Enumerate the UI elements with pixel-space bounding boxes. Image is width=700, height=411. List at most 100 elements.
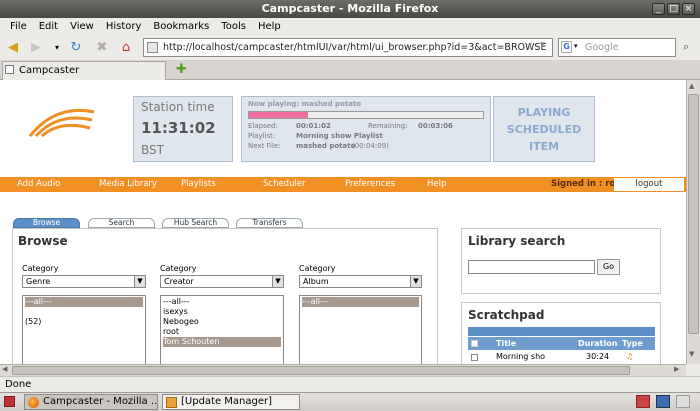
nav-help[interactable]: Help: [427, 177, 446, 192]
library-go-button[interactable]: Go: [597, 259, 620, 275]
site-identity-icon[interactable]: [147, 42, 158, 53]
playback-progress-fill: [249, 112, 308, 118]
category-select-2[interactable]: Creator ▼: [160, 275, 284, 288]
back-icon[interactable]: ◀: [3, 39, 23, 57]
column-type[interactable]: Type: [622, 337, 643, 350]
search-engine-icon[interactable]: G: [561, 41, 572, 53]
forward-icon[interactable]: ▶: [26, 39, 46, 57]
vertical-scroll-thumb[interactable]: [688, 94, 699, 334]
list-item[interactable]: ---all---: [25, 297, 143, 307]
menu-file[interactable]: File: [4, 18, 33, 36]
subtab-transfers[interactable]: Transfers: [236, 218, 303, 228]
vertical-scrollbar[interactable]: ▲ ▼: [686, 80, 700, 364]
horizontal-scroll-thumb[interactable]: [12, 366, 630, 375]
menu-help[interactable]: Help: [252, 18, 287, 36]
menu-bookmarks[interactable]: Bookmarks: [147, 18, 215, 36]
station-timezone: BST: [141, 143, 164, 157]
elapsed-label: Elapsed:: [248, 122, 278, 130]
chevron-down-icon: ▼: [410, 276, 421, 287]
column-title[interactable]: Title: [496, 337, 516, 350]
menu-tools[interactable]: Tools: [215, 18, 252, 36]
search-engine-dropdown-icon[interactable]: ▾: [574, 42, 578, 50]
new-tab-icon[interactable]: ✚: [176, 62, 187, 77]
list-item[interactable]: (52): [25, 317, 143, 327]
menu-edit[interactable]: Edit: [33, 18, 64, 36]
url-bar[interactable]: http://localhost/campcaster/htmlUI/var/h…: [143, 38, 553, 57]
row-duration: 30:24: [586, 352, 610, 361]
campcaster-logo: [28, 108, 95, 138]
taskbar-update-label: [Update Manager]: [181, 396, 273, 407]
search-go-icon[interactable]: ⌕: [683, 40, 689, 54]
select-all-checkbox[interactable]: [471, 340, 478, 347]
scratchpad-title: Scratchpad: [468, 308, 545, 322]
category-list-1[interactable]: ---all--- (52): [22, 295, 146, 364]
url-dropdown-icon[interactable]: ▾: [540, 40, 545, 50]
list-item[interactable]: isexys: [163, 307, 281, 317]
maximize-button[interactable]: □: [667, 3, 680, 15]
tab-label: Campcaster: [19, 65, 80, 76]
nav-scheduler[interactable]: Scheduler: [263, 177, 306, 192]
category-select-1[interactable]: Genre ▼: [22, 275, 146, 288]
status-text: Done: [5, 379, 32, 390]
bookmark-star-icon[interactable]: ☆: [526, 39, 536, 52]
show-desktop-icon[interactable]: [4, 396, 15, 407]
close-window-button[interactable]: ×: [682, 3, 695, 15]
history-dropdown-icon[interactable]: ▾: [47, 39, 67, 57]
library-search-panel: Library search Go: [461, 228, 661, 294]
list-item[interactable]: [25, 307, 143, 317]
scroll-right-icon[interactable]: ▶: [674, 365, 679, 373]
nav-media-library[interactable]: Media Library: [99, 177, 157, 192]
category-label-2: Category: [160, 264, 197, 273]
table-row[interactable]: Morning sho 30:24 ♫: [468, 351, 655, 363]
workspace-2-icon[interactable]: [676, 395, 690, 408]
minimize-button[interactable]: _: [652, 3, 665, 15]
subtab-search[interactable]: Search: [88, 218, 155, 228]
stop-icon[interactable]: ✖: [92, 39, 112, 57]
menu-view[interactable]: View: [64, 18, 100, 36]
list-item[interactable]: ---all---: [302, 297, 419, 307]
scroll-down-icon[interactable]: ▼: [689, 350, 694, 358]
nav-add-audio[interactable]: Add Audio: [17, 177, 60, 192]
main-nav: Add Audio Media Library Playlists Schedu…: [0, 177, 686, 192]
page-content: Station time 11:31:02 BST Now playing: m…: [0, 80, 686, 364]
playlist-value: Morning show Playlist: [296, 132, 383, 140]
taskbar-firefox[interactable]: Campcaster - Mozilla ...: [24, 394, 158, 410]
home-icon[interactable]: ⌂: [116, 39, 136, 57]
list-item[interactable]: root: [163, 327, 281, 337]
subtab-hub-search[interactable]: Hub Search: [162, 218, 229, 228]
scratchpad-topbar: [468, 327, 655, 336]
subtab-browse[interactable]: Browse: [13, 218, 80, 228]
column-duration[interactable]: Duration: [578, 337, 617, 350]
firefox-icon: [28, 397, 39, 408]
menu-history[interactable]: History: [100, 18, 148, 36]
category-list-3[interactable]: ---all---: [299, 295, 422, 364]
playback-progress-bar: [248, 111, 484, 119]
taskbar-update-manager[interactable]: [Update Manager]: [162, 394, 300, 410]
next-file-duration: (00:04:09): [352, 142, 389, 150]
nav-preferences[interactable]: Preferences: [345, 177, 395, 192]
library-search-input[interactable]: [468, 260, 595, 274]
nav-playlists[interactable]: Playlists: [181, 177, 216, 192]
playing-line-3: ITEM: [528, 140, 560, 153]
list-item[interactable]: Nebogeo: [163, 317, 281, 327]
chevron-down-icon: ▼: [134, 276, 145, 287]
category-label-1: Category: [22, 264, 59, 273]
station-time-label: Station time: [141, 100, 215, 114]
category-select-3[interactable]: Album ▼: [299, 275, 422, 288]
row-title: Morning sho: [496, 352, 546, 361]
scroll-up-icon[interactable]: ▲: [689, 82, 694, 90]
category-list-2[interactable]: ---all--- isexys Nebogeo root Tom Schout…: [160, 295, 284, 364]
reload-icon[interactable]: ↻: [66, 39, 86, 57]
update-manager-icon: [166, 397, 177, 408]
list-item[interactable]: ---all---: [163, 297, 281, 307]
logout-button[interactable]: logout: [614, 178, 684, 191]
tab-campcaster[interactable]: Campcaster: [2, 61, 166, 80]
scroll-left-icon[interactable]: ◀: [2, 365, 7, 373]
scratchpad-panel: Scratchpad Title Duration Type Morning s…: [461, 302, 661, 364]
trash-icon[interactable]: [636, 395, 650, 408]
horizontal-scrollbar[interactable]: ◀ ▶: [0, 364, 686, 376]
list-item[interactable]: Tom Schouten: [163, 337, 281, 347]
library-search-title: Library search: [468, 234, 566, 248]
workspace-icon[interactable]: [656, 395, 670, 408]
row-checkbox[interactable]: [471, 354, 478, 361]
